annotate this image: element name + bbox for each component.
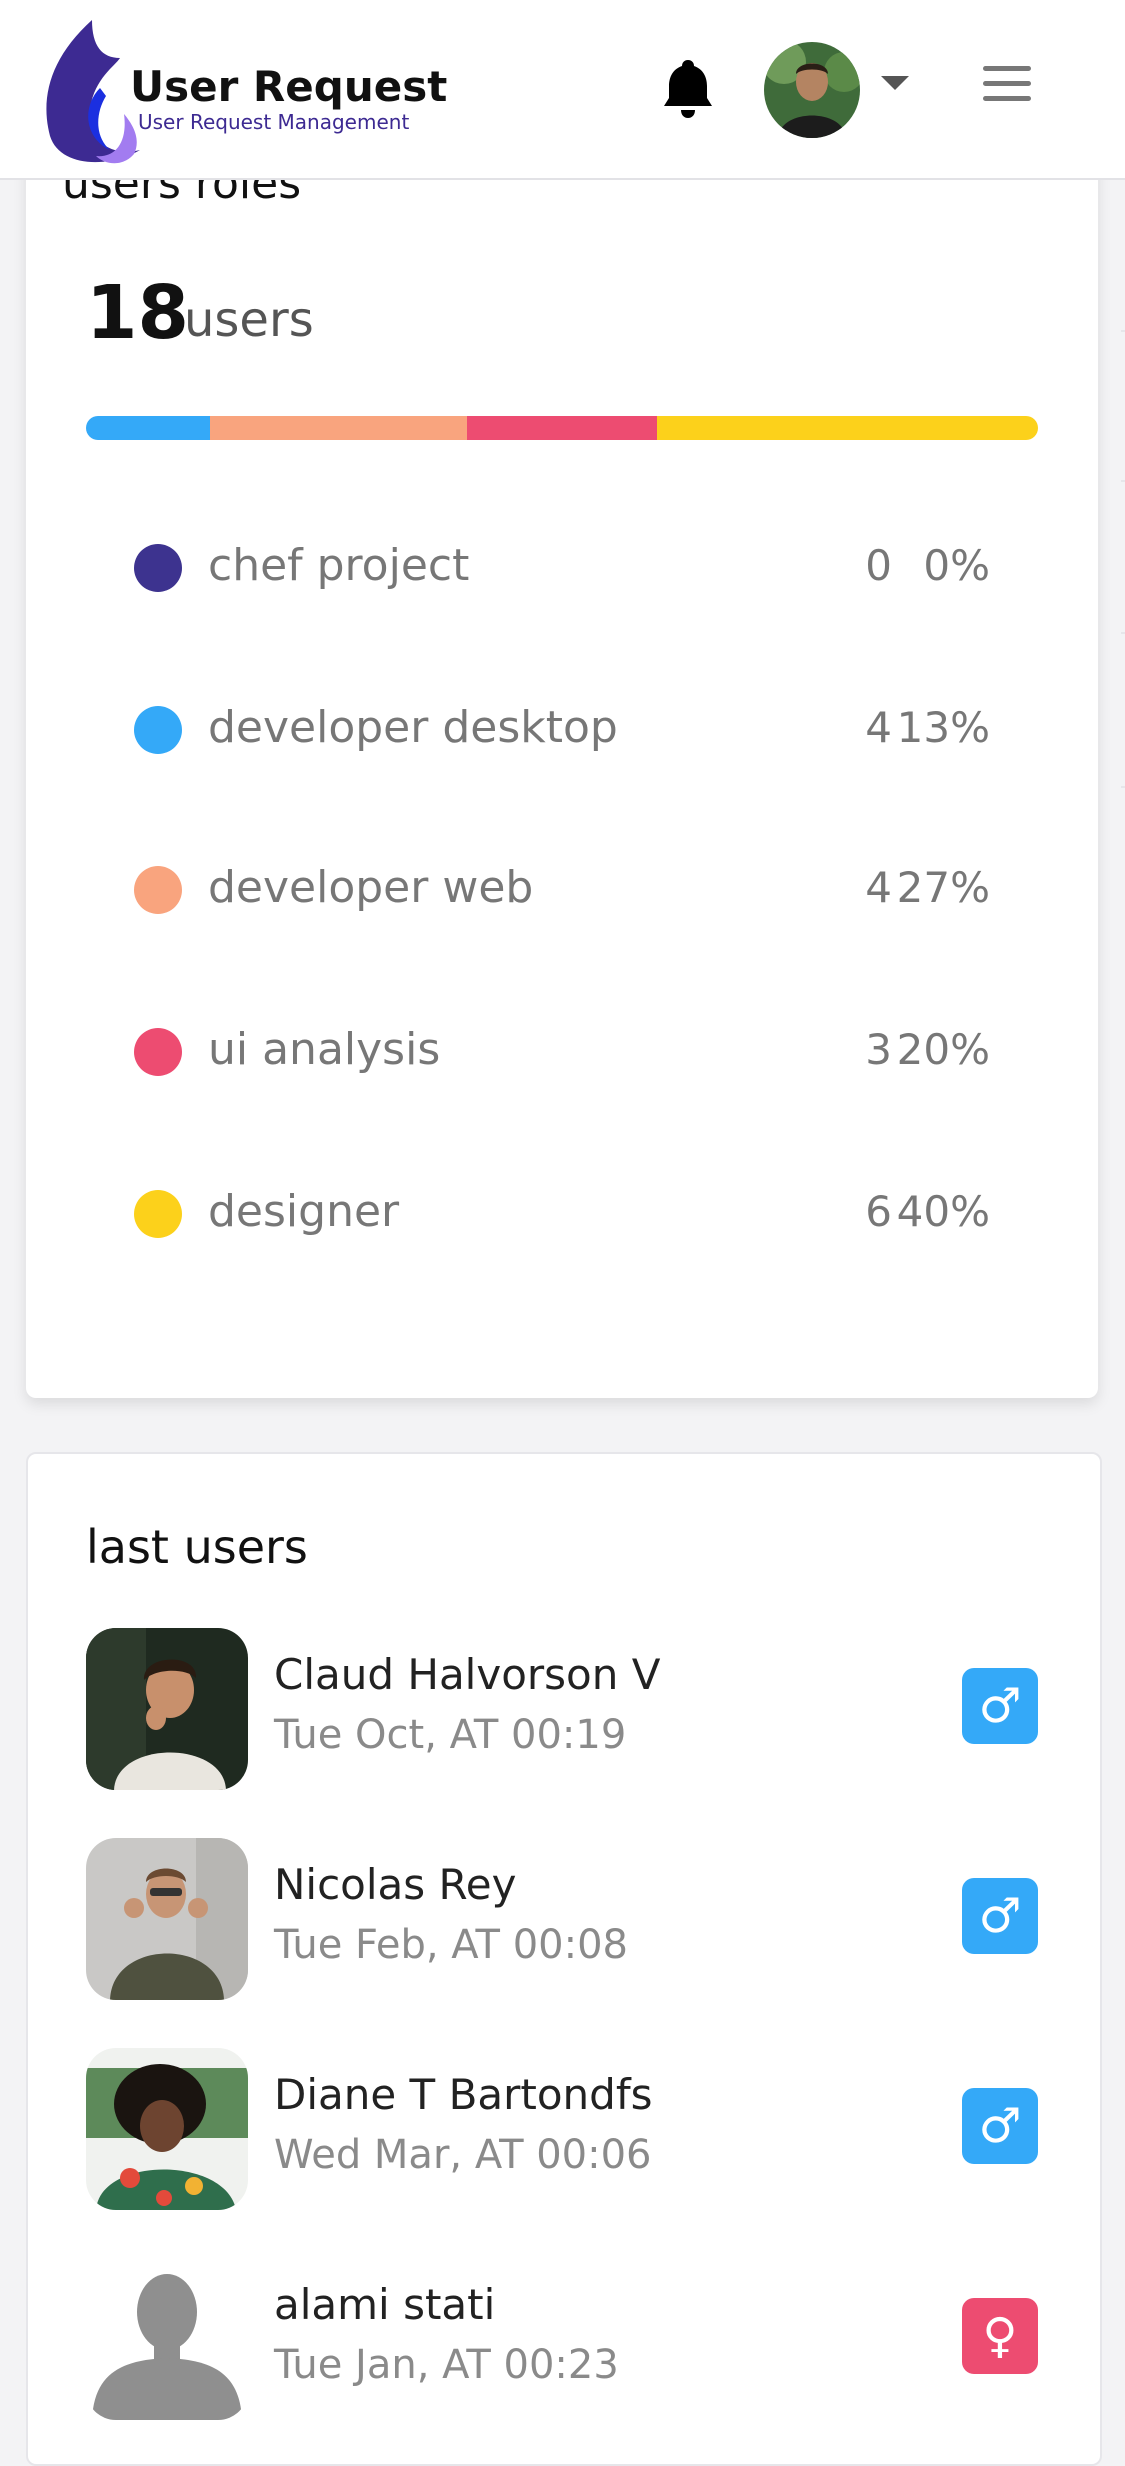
- role-color-dot: [134, 1028, 182, 1076]
- bell-icon[interactable]: [662, 58, 714, 120]
- user-avatar: [86, 2048, 248, 2210]
- user-avatar: [86, 1838, 248, 2000]
- user-avatar: [86, 1628, 248, 1790]
- role-row: developer desktop 4 13%: [134, 698, 990, 758]
- user-photo: [86, 2048, 248, 2210]
- user-name: alami stati: [274, 2280, 496, 2329]
- card-title: last users: [86, 1520, 308, 1574]
- top-app-bar: User Request User Request Management: [0, 0, 1125, 180]
- user-name: Diane T Bartondfs: [274, 2070, 653, 2119]
- role-percent: 13%: [896, 703, 990, 752]
- hamburger-menu-icon[interactable]: [983, 66, 1031, 104]
- role-row: ui analysis 3 20%: [134, 1020, 990, 1080]
- role-percent: 0%: [923, 541, 990, 590]
- role-name: developer desktop: [208, 702, 618, 753]
- role-row: developer web 4 27%: [134, 858, 990, 918]
- progress-segment: [466, 416, 658, 440]
- user-photo: [86, 1628, 248, 1790]
- role-color-dot: [134, 866, 182, 914]
- role-name: designer: [208, 1186, 400, 1237]
- total-users-label: users: [184, 292, 314, 348]
- divider: [1121, 480, 1125, 482]
- user-row[interactable]: alami stati Tue Jan, AT 00:23 ♀: [86, 2258, 1038, 2420]
- role-count: 3: [865, 1025, 892, 1074]
- role-count: 4: [865, 863, 892, 912]
- user-row[interactable]: Claud Halvorson V Tue Oct, AT 00:19 ♂: [86, 1628, 1038, 1790]
- user-date: Wed Mar, AT 00:06: [274, 2132, 652, 2178]
- role-name: ui analysis: [208, 1024, 441, 1075]
- user-row[interactable]: Diane T Bartondfs Wed Mar, AT 00:06 ♂: [86, 2048, 1038, 2210]
- user-photo: [86, 1838, 248, 2000]
- divider: [1121, 786, 1125, 788]
- role-name: chef project: [208, 540, 470, 591]
- app-subtitle: User Request Management: [138, 110, 410, 134]
- role-count: 0: [865, 541, 892, 590]
- male-icon[interactable]: ♂: [962, 1878, 1038, 1954]
- role-row: chef project 0 0%: [134, 536, 990, 596]
- role-color-dot: [134, 544, 182, 592]
- user-date: Tue Oct, AT 00:19: [274, 1712, 627, 1758]
- user-name: Claud Halvorson V: [274, 1650, 661, 1699]
- role-percent: 20%: [896, 1025, 990, 1074]
- user-date: Tue Feb, AT 00:08: [274, 1922, 628, 1968]
- avatar-photo: [764, 42, 860, 138]
- divider: [1121, 632, 1125, 634]
- role-row: designer 6 40%: [134, 1182, 990, 1242]
- user-avatar: [86, 2258, 248, 2420]
- role-color-dot: [134, 1190, 182, 1238]
- roles-progress-bar: [86, 416, 1038, 440]
- progress-segment: [657, 416, 1038, 440]
- progress-segment: [209, 416, 467, 440]
- default-avatar-icon: [86, 2258, 248, 2420]
- role-percent: 40%: [896, 1187, 990, 1236]
- divider: [1121, 330, 1125, 332]
- role-color-dot: [134, 706, 182, 754]
- app-title: User Request: [130, 62, 448, 111]
- role-count: 4: [865, 703, 892, 752]
- male-icon[interactable]: ♂: [962, 2088, 1038, 2164]
- user-name: Nicolas Rey: [274, 1860, 517, 1909]
- user-row[interactable]: Nicolas Rey Tue Feb, AT 00:08 ♂: [86, 1838, 1038, 2000]
- role-name: developer web: [208, 862, 534, 913]
- user-date: Tue Jan, AT 00:23: [274, 2342, 619, 2388]
- male-icon[interactable]: ♂: [962, 1668, 1038, 1744]
- avatar[interactable]: [764, 42, 860, 138]
- role-count: 6: [865, 1187, 892, 1236]
- role-percent: 27%: [896, 863, 990, 912]
- total-users-count: 18: [86, 270, 189, 356]
- progress-segment: [86, 416, 210, 440]
- caret-down-icon[interactable]: [881, 76, 909, 90]
- female-icon[interactable]: ♀: [962, 2298, 1038, 2374]
